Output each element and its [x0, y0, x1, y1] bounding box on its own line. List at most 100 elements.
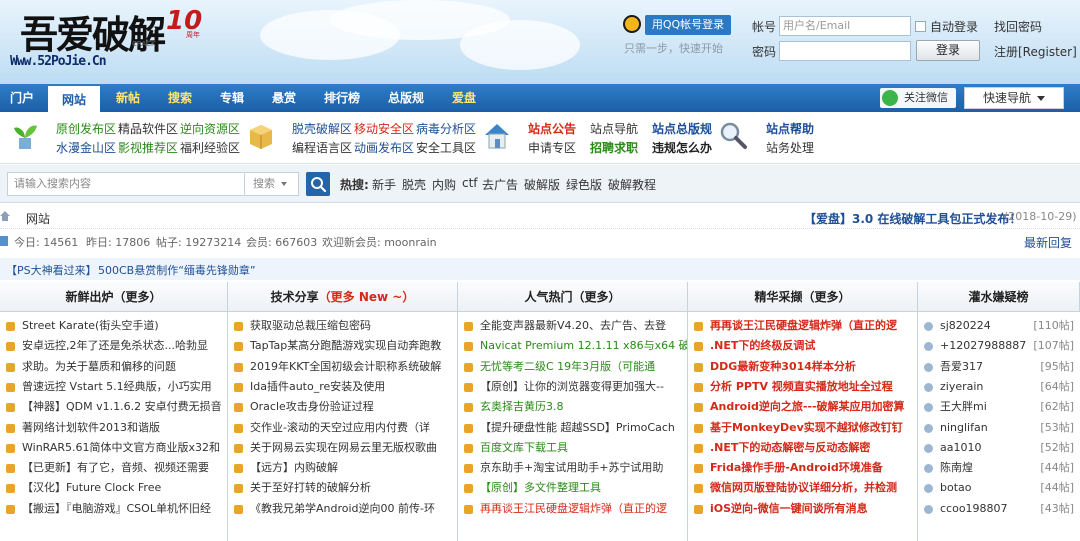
thread-row[interactable]: 【原创】多文件整理工具 — [458, 478, 687, 498]
quick-link[interactable]: 站点总版规 — [652, 120, 712, 137]
thread-row[interactable]: 【远方】内购破解 — [228, 458, 457, 478]
thread-title[interactable]: 关于网易云实现在网易云里无版权歌曲 — [250, 438, 437, 458]
hot-term[interactable]: 去广告 — [482, 176, 518, 193]
thread-title[interactable]: .NET下的动态解密与反动态解密 — [710, 438, 870, 458]
thread-row[interactable]: 《教我兄弟学Android逆向00 前传-环 — [228, 499, 457, 519]
quick-link[interactable]: 安全工具区 — [416, 139, 476, 156]
user-rank-row[interactable]: 王大胖mi [62帖] — [918, 397, 1080, 417]
thread-row[interactable]: .NET下的终极反调试 — [688, 336, 917, 356]
thread-row[interactable]: 全能变声器最新V4.20、去广告、去登 — [458, 316, 687, 336]
thread-row[interactable]: 曾速远控 Vstart 5.1经典版，小巧实用 — [0, 377, 227, 397]
qq-login-button[interactable]: 用QQ帐号登录 — [645, 15, 731, 35]
nav-item[interactable]: 爱盘 — [440, 84, 488, 112]
thread-title[interactable]: 【已更新】有了它，音频、视频还需要 — [22, 458, 209, 478]
quick-link[interactable]: 移动安全区 — [354, 120, 414, 137]
user-rank-row[interactable]: ccoo198807 [43帖] — [918, 499, 1080, 519]
thread-row[interactable]: DDG最新变种3014样本分析 — [688, 357, 917, 377]
thread-row[interactable]: 再再谈王江民硬盘逻辑炸弹（直正的逻 — [688, 316, 917, 336]
breadcrumb-current[interactable]: 网站 — [26, 210, 50, 227]
thread-row[interactable]: 【汉化】Future Clock Free — [0, 478, 227, 498]
account-input[interactable]: 用户名/Email — [779, 16, 911, 36]
welcome-new-member[interactable]: 欢迎新会员: moonrain — [322, 234, 437, 250]
find-password-link[interactable]: 找回密码 — [994, 18, 1042, 35]
column-header[interactable]: 技术分享（更多 New ~） — [228, 282, 458, 312]
thread-title[interactable]: 【汉化】Future Clock Free — [22, 478, 161, 498]
quick-link[interactable]: 病毒分析区 — [416, 120, 476, 137]
user-name[interactable]: ninglifan — [940, 418, 988, 438]
thread-title[interactable]: 【提升硬盘性能 超越SSD】PrimoCach — [480, 418, 675, 438]
thread-title[interactable]: 再再谈王江民硬盘逻辑炸弹（直正的逻 — [710, 316, 897, 336]
thread-row[interactable]: 【原创】让你的浏览器变得更加强大-- — [458, 377, 687, 397]
thread-title[interactable]: 2019年KKT全国初级会计职称系统破解 — [250, 357, 441, 377]
quick-link[interactable]: 精品软件区 — [118, 120, 178, 137]
quick-link[interactable]: 影视推荐区 — [118, 139, 178, 156]
thread-row[interactable]: Ida插件auto_re安装及使用 — [228, 377, 457, 397]
thread-title[interactable]: 曾速远控 Vstart 5.1经典版，小巧实用 — [22, 377, 212, 397]
thread-row[interactable]: 微信网页版登陆协议详细分析，并检测 — [688, 478, 917, 498]
thread-row[interactable]: 分析 PPTV 视频直实播放地址全过程 — [688, 377, 917, 397]
column-header[interactable]: 人气热门（更多） — [458, 282, 688, 312]
thread-title[interactable]: 安卓远控,2年了还是免杀状态...哈勃显 — [22, 336, 208, 356]
thread-row[interactable]: 无忧等考二级C 19年3月版（可能通 — [458, 357, 687, 377]
site-logo[interactable]: 吾爱破解 — [20, 4, 166, 59]
thread-row[interactable]: 【已更新】有了它，音频、视频还需要 — [0, 458, 227, 478]
nav-item[interactable]: 排行榜 — [314, 84, 370, 112]
thread-row[interactable]: 著网络计划软件2013和谐版 — [0, 418, 227, 438]
user-rank-row[interactable]: +12027988887 [107帖] — [918, 336, 1080, 356]
hot-term[interactable]: 脱壳 — [402, 176, 426, 193]
thread-title[interactable]: 获取驱动总裁压缩包密码 — [250, 316, 371, 336]
user-rank-row[interactable]: sj820224 [110帖] — [918, 316, 1080, 336]
user-rank-row[interactable]: ziyerain [64帖] — [918, 377, 1080, 397]
quick-link[interactable]: 申请专区 — [528, 139, 576, 156]
quick-link[interactable]: 水漫金山区 — [56, 139, 116, 156]
thread-row[interactable]: .NET下的动态解密与反动态解密 — [688, 438, 917, 458]
thread-title[interactable]: 【原创】让你的浏览器变得更加强大-- — [480, 377, 664, 397]
thread-row[interactable]: 2019年KKT全国初级会计职称系统破解 — [228, 357, 457, 377]
nav-item[interactable]: 悬赏 — [260, 84, 308, 112]
thread-title[interactable]: 【远方】内购破解 — [250, 458, 338, 478]
announcement-link[interactable]: 【爱盘】3.0 在线破解工具包正式发布！ — [804, 210, 1021, 227]
thread-title[interactable]: Navicat Premium 12.1.11 x86与x64 破 — [480, 336, 687, 356]
thread-row[interactable]: WinRAR5.61简体中文官方商业版x32和 — [0, 438, 227, 458]
thread-row[interactable]: Oracle攻击身份验证过程 — [228, 397, 457, 417]
thread-row[interactable]: 基于MonkeyDev实现不越狱修改钉钉 — [688, 418, 917, 438]
register-link[interactable]: 注册[Register] — [994, 43, 1077, 60]
thread-title[interactable]: 【神器】QDM v1.1.6.2 安卓付费无损音 — [22, 397, 222, 417]
quick-link[interactable]: 原创发布区 — [56, 120, 116, 137]
thread-title[interactable]: iOS逆向-微信一键间谈所有消息 — [710, 499, 868, 519]
thread-row[interactable]: 百度文库下载工具 — [458, 438, 687, 458]
thread-title[interactable]: 玄奥择吉黄历3.8 — [480, 397, 564, 417]
user-name[interactable]: 王大胖mi — [940, 397, 987, 417]
thread-row[interactable]: Street Karate(街头空手道) — [0, 316, 227, 336]
quick-nav-dropdown[interactable]: 快速导航 — [964, 87, 1064, 109]
hot-term[interactable]: 破解版 — [524, 176, 560, 193]
login-button[interactable]: 登录 — [916, 40, 980, 61]
thread-title[interactable]: 全能变声器最新V4.20、去广告、去登 — [480, 316, 666, 336]
thread-title[interactable]: 求助。为关于墓质和偏移的问题 — [22, 357, 176, 377]
thread-title[interactable]: 无忧等考二级C 19年3月版（可能通 — [480, 357, 655, 377]
qq-icon[interactable] — [623, 15, 641, 33]
quick-link[interactable]: 站点导航 — [590, 120, 638, 137]
thread-title[interactable]: Ida插件auto_re安装及使用 — [250, 377, 385, 397]
user-rank-row[interactable]: ninglifan [53帖] — [918, 418, 1080, 438]
thread-row[interactable]: 交作业-滚动的天空过应用内付费（详 — [228, 418, 457, 438]
quick-link[interactable]: 脱壳破解区 — [292, 120, 352, 137]
thread-title[interactable]: .NET下的终极反调试 — [710, 336, 815, 356]
quick-link[interactable]: 逆向资源区 — [180, 120, 240, 137]
user-name[interactable]: +12027988887 — [940, 336, 1026, 356]
column-header[interactable]: 灌水嫌疑榜 — [918, 282, 1080, 312]
hot-term[interactable]: 新手 — [372, 176, 396, 193]
hot-term[interactable]: 破解教程 — [608, 176, 656, 193]
password-input[interactable] — [779, 41, 911, 61]
user-name[interactable]: aa1010 — [940, 438, 981, 458]
latest-reply-link[interactable]: 最新回复 — [1024, 234, 1072, 251]
user-name[interactable]: ziyerain — [940, 377, 983, 397]
nav-item-active[interactable]: 网站 — [48, 86, 100, 112]
thread-title[interactable]: Frida操作手册-Android环境准备 — [710, 458, 883, 478]
thread-title[interactable]: 京东助手+淘宝试用助手+苏宁试用助 — [480, 458, 663, 478]
thread-row[interactable]: 【提升硬盘性能 超越SSD】PrimoCach — [458, 418, 687, 438]
nav-item[interactable]: 总版规 — [378, 84, 434, 112]
thread-row[interactable]: 再再谈王江民硬盘逻辑炸弹（直正的逻 — [458, 499, 687, 519]
user-rank-row[interactable]: 吾爱317 [95帖] — [918, 357, 1080, 377]
thread-title[interactable]: TapTap某高分跑酷游戏实现自动奔跑教 — [250, 336, 441, 356]
